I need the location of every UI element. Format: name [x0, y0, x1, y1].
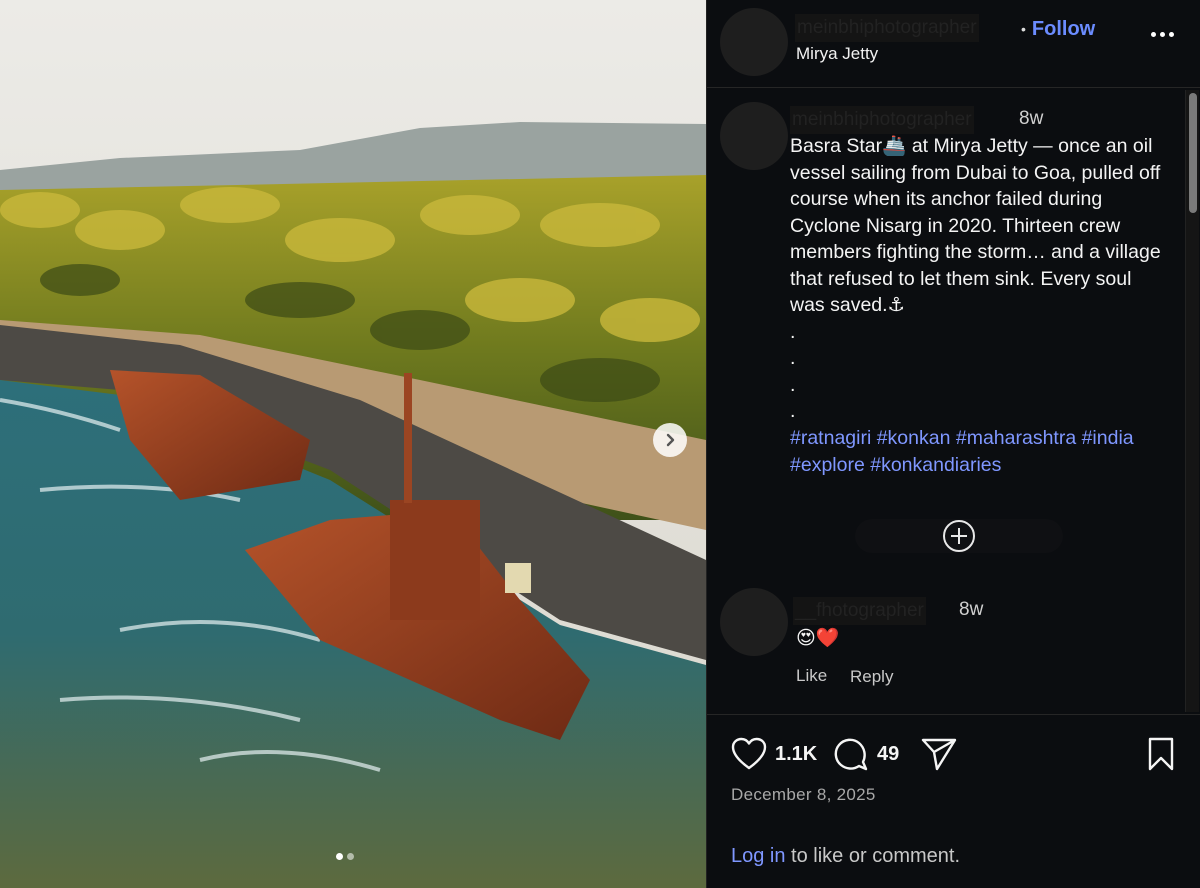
username-text: meinbhiphotographer [795, 14, 979, 42]
like-action[interactable]: 1.1K [731, 737, 817, 771]
heart-icon [731, 737, 767, 770]
post-sidebar: meinbhiphotographer • Follow Mirya Jetty… [706, 0, 1200, 888]
post-username[interactable]: meinbhiphotographer [795, 14, 979, 42]
login-prompt-text: to like or comment. [785, 845, 961, 867]
next-slide-button[interactable] [653, 423, 687, 457]
carousel-dot [347, 853, 354, 860]
comments-scrollbar[interactable] [1185, 90, 1199, 712]
share-action[interactable] [921, 737, 957, 771]
scrollbar-thumb[interactable] [1189, 93, 1197, 213]
comment-timestamp: 8w [959, 599, 984, 620]
post-location[interactable]: Mirya Jetty [796, 44, 878, 64]
comment-username-text: __fhotographer [793, 597, 926, 625]
carousel-dots [336, 853, 354, 860]
comment-text: 😍❤️ [796, 628, 840, 649]
separator-dot: • [1021, 21, 1026, 37]
caption-username-text: meinbhiphotographer [790, 106, 974, 134]
follow-group: • Follow [1021, 16, 1095, 42]
comment-action[interactable]: 49 [833, 737, 899, 771]
post-date: December 8, 2025 [731, 785, 876, 804]
comment-like-button[interactable]: Like [796, 666, 827, 686]
comment-username[interactable]: __fhotographer [793, 597, 926, 625]
load-more-comments-button[interactable] [855, 519, 1063, 553]
login-prompt: Log in to like or comment. [731, 845, 960, 868]
caption-hashtags[interactable]: #ratnagiri #konkan #maharashtra #india #… [790, 425, 1168, 478]
bookmark-icon [1148, 737, 1174, 771]
post-photo[interactable] [0, 0, 706, 888]
caption-timestamp: 8w [1019, 108, 1044, 129]
save-action[interactable] [1147, 737, 1175, 771]
avatar[interactable] [720, 8, 788, 76]
more-options-icon[interactable] [1147, 28, 1178, 41]
comment-bubble-icon [834, 738, 868, 771]
chevron-right-icon [666, 433, 675, 447]
post-actions: 1.1K 49 December 8, 2025 Log in to like … [707, 714, 1200, 888]
post-header: meinbhiphotographer • Follow Mirya Jetty [707, 0, 1200, 88]
likes-count: 1.1K [775, 742, 818, 765]
follow-button[interactable]: Follow [1032, 16, 1095, 42]
carousel-dot-active [336, 853, 343, 860]
caption-avatar[interactable] [720, 102, 788, 170]
comments-count: 49 [877, 742, 900, 765]
shipwreck-photo [0, 0, 706, 888]
plus-circle-icon [943, 520, 975, 552]
caption-text: Basra Star🚢 at Mirya Jetty — once an oil… [790, 135, 1161, 422]
login-link[interactable]: Log in [731, 845, 786, 867]
comments-list[interactable]: meinbhiphotographer 8w Basra Star🚢 at Mi… [707, 89, 1183, 713]
comment-reply-button[interactable]: Reply [850, 667, 893, 687]
send-icon [921, 738, 957, 771]
comment-avatar[interactable] [720, 588, 788, 656]
caption-username[interactable]: meinbhiphotographer [790, 106, 974, 134]
